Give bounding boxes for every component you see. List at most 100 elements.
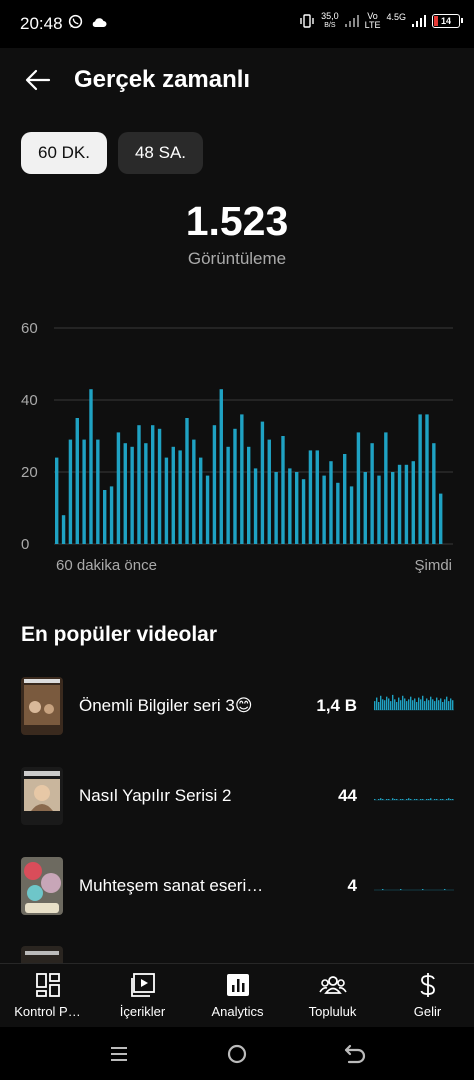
- realtime-views-chart: 60 40 20 0: [21, 320, 453, 553]
- video-sparkline: [374, 798, 454, 801]
- sparkline-bar: [420, 799, 422, 800]
- sparkline-bar: [452, 799, 454, 800]
- sparkline-bar: [446, 799, 448, 800]
- video-row[interactable]: Önemli Bilgiler seri 3😊 1,4 B: [0, 666, 474, 746]
- volte-bottom: LTE: [364, 20, 381, 30]
- range-chip-48-hours[interactable]: 48 SA.: [118, 132, 203, 174]
- video-thumbnail-partial: [21, 946, 63, 963]
- chart-bar: [233, 428, 237, 544]
- sparkline-bar: [410, 799, 412, 800]
- sparkline-bar: [390, 701, 392, 710]
- chart-bar: [192, 439, 196, 544]
- sparkline-bar: [400, 799, 402, 800]
- video-row[interactable]: Nasıl Yapılır Serisi 2 44: [0, 756, 474, 836]
- sparkline-bar: [434, 799, 436, 800]
- chart-bar: [411, 461, 415, 544]
- sparkline-bar: [418, 697, 420, 710]
- status-bar: 20:48 35,0 B/S Vo LTE 4.5G 14: [0, 0, 474, 48]
- popular-videos-title: En popüler videolar: [21, 623, 218, 646]
- sparkline-bar: [430, 696, 432, 710]
- analytics-icon: [226, 974, 249, 996]
- sparkline-bar: [426, 698, 428, 710]
- system-back-button[interactable]: [342, 1041, 368, 1067]
- sparkline-bar: [388, 698, 390, 710]
- recent-apps-button[interactable]: [106, 1041, 132, 1067]
- nav-label: Kontrol P…: [14, 1004, 81, 1019]
- sparkline-bar: [430, 798, 432, 800]
- sparkline-bar: [410, 696, 412, 710]
- nav-community[interactable]: Topluluk: [285, 964, 380, 1028]
- range-chip-60-min[interactable]: 60 DK.: [21, 132, 107, 174]
- views-total: 1.523: [185, 198, 289, 244]
- chart-bar: [103, 490, 107, 544]
- chart-bar: [356, 432, 361, 544]
- cloud-icon: [92, 17, 107, 27]
- sparkline-bar: [400, 700, 402, 710]
- chart-bar: [288, 468, 292, 544]
- y-tick-label: 60: [21, 320, 38, 337]
- video-title: Önemli Bilgiler seri 3😊: [79, 696, 253, 715]
- chart-bar: [329, 461, 333, 544]
- chart-bar: [281, 436, 285, 544]
- page-title: Gerçek zamanlı: [74, 66, 251, 93]
- chart-bar: [96, 439, 100, 544]
- sparkline-bar: [438, 700, 440, 710]
- video-sparkline: [374, 889, 454, 891]
- chart-bar: [308, 450, 313, 544]
- video-view-count: 4: [347, 876, 357, 895]
- sparkline-bar: [428, 799, 430, 800]
- y-tick-label: 40: [21, 392, 38, 409]
- nav-label: Analytics: [211, 1004, 264, 1019]
- chart-bar: [178, 450, 182, 544]
- sparkline-bar: [408, 699, 410, 710]
- chart-bar: [301, 479, 306, 544]
- sparkline-bar: [432, 699, 434, 710]
- sparkline-bar: [400, 889, 402, 890]
- chart-bar: [164, 457, 169, 544]
- sparkline-bar: [442, 702, 444, 710]
- sparkline-bar: [394, 699, 396, 710]
- sparkline-bar: [376, 697, 378, 710]
- video-row[interactable]: Muhteşem sanat eseri… 4: [0, 846, 474, 926]
- nav-earnings[interactable]: Gelir: [380, 964, 474, 1028]
- chart-bar: [89, 389, 93, 544]
- battery-level: 14: [440, 16, 451, 26]
- chart-bar: [425, 414, 429, 544]
- chart-bar: [130, 446, 134, 544]
- sparkline-bar: [450, 698, 452, 710]
- sparkline-bar: [452, 700, 454, 710]
- chart-bar: [322, 475, 326, 544]
- sparkline-bar: [428, 700, 430, 710]
- chart-bar: [75, 418, 79, 544]
- battery-icon: 14: [432, 14, 463, 28]
- content-icon: [130, 973, 155, 997]
- vibrate-icon: [300, 14, 314, 28]
- nav-content[interactable]: İçerikler: [95, 964, 190, 1028]
- menu-icon: [111, 1047, 127, 1061]
- nav-label: Topluluk: [308, 1004, 357, 1019]
- sparkline-bar: [420, 699, 422, 710]
- network-speed-value: 35,0: [321, 11, 339, 21]
- home-button[interactable]: [224, 1041, 250, 1067]
- sparkline-bar: [382, 799, 384, 800]
- back-icon: [344, 1044, 366, 1064]
- nav-analytics[interactable]: Analytics: [190, 964, 285, 1028]
- header: Gerçek zamanlı: [0, 48, 474, 114]
- sparkline-bar: [380, 798, 382, 800]
- chart-bar: [384, 432, 388, 544]
- volte-indicator: Vo LTE: [365, 12, 381, 30]
- dollar-icon: [420, 973, 435, 997]
- video-sparkline: [374, 694, 454, 711]
- sparkline-bar: [388, 799, 390, 800]
- nav-dashboard[interactable]: Kontrol P…: [0, 964, 95, 1028]
- sparkline-bar: [444, 889, 446, 890]
- signal-strength-icon: [412, 15, 426, 27]
- chart-bar: [137, 425, 141, 544]
- sparkline-bar: [404, 698, 406, 710]
- chart-bar: [151, 425, 155, 544]
- video-title: Nasıl Yapılır Serisi 2: [79, 786, 232, 805]
- chart-bar: [212, 425, 217, 544]
- sparkline-bar: [444, 699, 446, 710]
- back-button[interactable]: [20, 62, 56, 98]
- sparkline-bar: [380, 695, 382, 710]
